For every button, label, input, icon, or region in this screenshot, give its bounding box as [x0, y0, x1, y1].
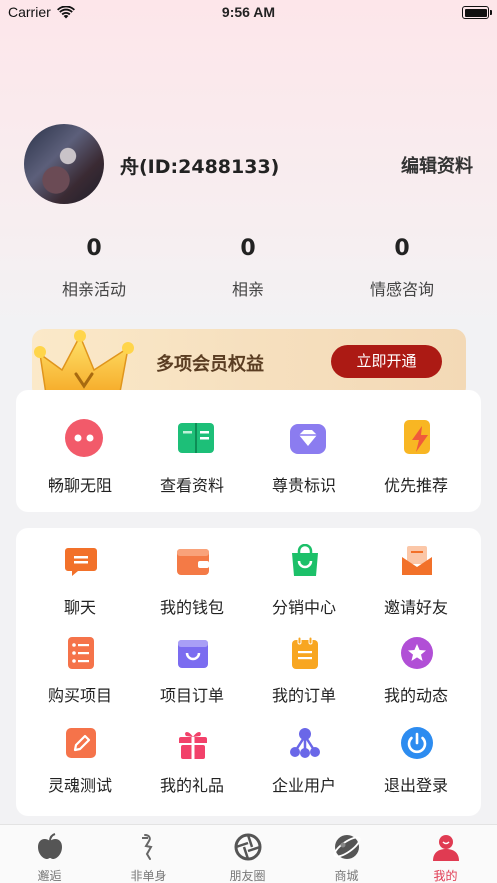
- profile-header: 舟(ID:2488133) 编辑资料: [24, 124, 473, 206]
- menu-item-invite[interactable]: 邀请好友: [360, 528, 472, 624]
- menu-item-my-orders[interactable]: 我的订单: [248, 624, 360, 714]
- open-book-icon: [178, 423, 214, 453]
- vip-open-button[interactable]: 立即开通: [331, 345, 442, 378]
- menu-label: 我的钱包: [159, 598, 224, 617]
- menu-item-my-feed[interactable]: 我的动态: [360, 624, 472, 714]
- lightning-icon: [404, 420, 430, 454]
- status-time: 9:56 AM: [221, 4, 276, 20]
- planet-icon: [333, 835, 361, 859]
- menu-label: 我的礼品: [159, 776, 224, 795]
- stat-value: 0: [86, 236, 102, 261]
- org-icon: [290, 728, 320, 758]
- chat-bubble-icon: [65, 419, 103, 457]
- tab-encounter[interactable]: 邂逅: [0, 825, 99, 883]
- power-icon: [401, 727, 433, 759]
- menu-label: 企业用户: [271, 776, 336, 795]
- menu-item-soul-test[interactable]: 灵魂测试: [24, 714, 136, 810]
- stats-row: 0 相亲活动 0 相亲 0 情感咨询: [0, 236, 497, 306]
- stat-value: 0: [394, 236, 410, 261]
- menu-label: 邀请好友: [383, 598, 448, 617]
- cupid-icon: [142, 834, 153, 860]
- menu-label: 我的订单: [271, 686, 336, 705]
- menu-card: 聊天 我的钱包 分销中心 邀请好友 购买项目 项目订单 我的订单 我的动态 灵魂…: [16, 528, 481, 816]
- benefit-label: 查看资料: [159, 476, 224, 495]
- menu-label: 购买项目: [47, 686, 112, 705]
- edit-profile-button[interactable]: 编辑资料: [401, 152, 473, 178]
- tab-label: 商城: [334, 869, 359, 883]
- menu-item-gifts[interactable]: 我的礼品: [136, 714, 248, 810]
- username: 舟(ID:2488133): [120, 156, 280, 178]
- stat-activities[interactable]: 0 相亲活动: [34, 236, 154, 300]
- menu-item-project-orders[interactable]: 项目订单: [136, 624, 248, 714]
- tab-label: 邂逅: [37, 869, 62, 883]
- aperture-icon: [234, 833, 262, 861]
- tab-mine[interactable]: 我的: [396, 825, 495, 883]
- menu-item-buy-project[interactable]: 购买项目: [24, 624, 136, 714]
- tab-label: 我的: [433, 869, 458, 883]
- avatar[interactable]: [24, 124, 104, 204]
- benefit-label: 尊贵标识: [271, 476, 336, 495]
- benefit-item[interactable]: 畅聊无阻: [24, 390, 136, 512]
- list-icon: [68, 637, 94, 669]
- star-icon: [401, 637, 433, 669]
- stat-value: 0: [240, 236, 256, 261]
- stat-dating[interactable]: 0 相亲: [188, 236, 308, 300]
- tab-label: 朋友圈: [229, 869, 266, 883]
- pencil-icon: [66, 728, 96, 758]
- gift-icon: [179, 731, 207, 759]
- menu-label: 分销中心: [271, 598, 336, 617]
- tab-moments[interactable]: 朋友圈: [198, 825, 297, 883]
- tab-not-single[interactable]: 非单身: [99, 825, 198, 883]
- stat-counseling[interactable]: 0 情感咨询: [342, 236, 462, 300]
- diamond-icon: [290, 424, 326, 454]
- menu-label: 我的动态: [383, 686, 448, 705]
- chat-icon: [65, 548, 97, 576]
- benefit-item[interactable]: 优先推荐: [360, 390, 472, 512]
- tab-bar: 邂逅 非单身 朋友圈 商城 我的: [0, 824, 497, 883]
- stat-label: 相亲: [231, 280, 264, 299]
- vip-title: 多项会员权益: [156, 354, 264, 375]
- menu-item-enterprise[interactable]: 企业用户: [248, 714, 360, 810]
- benefits-card: 畅聊无阻 查看资料 尊贵标识 优先推荐: [16, 390, 481, 512]
- battery-icon: [462, 6, 492, 19]
- menu-item-logout[interactable]: 退出登录: [360, 714, 472, 810]
- menu-label: 退出登录: [383, 776, 448, 795]
- menu-label: 聊天: [63, 598, 96, 617]
- stat-label: 相亲活动: [61, 280, 126, 299]
- benefit-label: 畅聊无阻: [47, 476, 112, 495]
- stat-label: 情感咨询: [369, 280, 434, 299]
- menu-label: 灵魂测试: [47, 776, 112, 795]
- clipboard-icon: [292, 636, 318, 669]
- menu-item-chat[interactable]: 聊天: [24, 528, 136, 624]
- wallet-icon: [177, 549, 209, 575]
- benefit-item[interactable]: 尊贵标识: [248, 390, 360, 512]
- menu-item-distribution[interactable]: 分销中心: [248, 528, 360, 624]
- invite-mail-icon: [402, 546, 432, 575]
- status-bar: Carrier 9:56 AM: [0, 0, 497, 26]
- tab-mall[interactable]: 商城: [297, 825, 396, 883]
- user-icon: [433, 835, 459, 861]
- menu-item-wallet[interactable]: 我的钱包: [136, 528, 248, 624]
- menu-label: 项目订单: [159, 686, 224, 705]
- benefit-label: 优先推荐: [383, 476, 448, 495]
- basket-icon: [178, 640, 208, 668]
- tab-label: 非单身: [130, 869, 167, 883]
- apple-icon: [38, 833, 62, 859]
- shopping-bag-icon: [292, 544, 318, 576]
- benefit-item[interactable]: 查看资料: [136, 390, 248, 512]
